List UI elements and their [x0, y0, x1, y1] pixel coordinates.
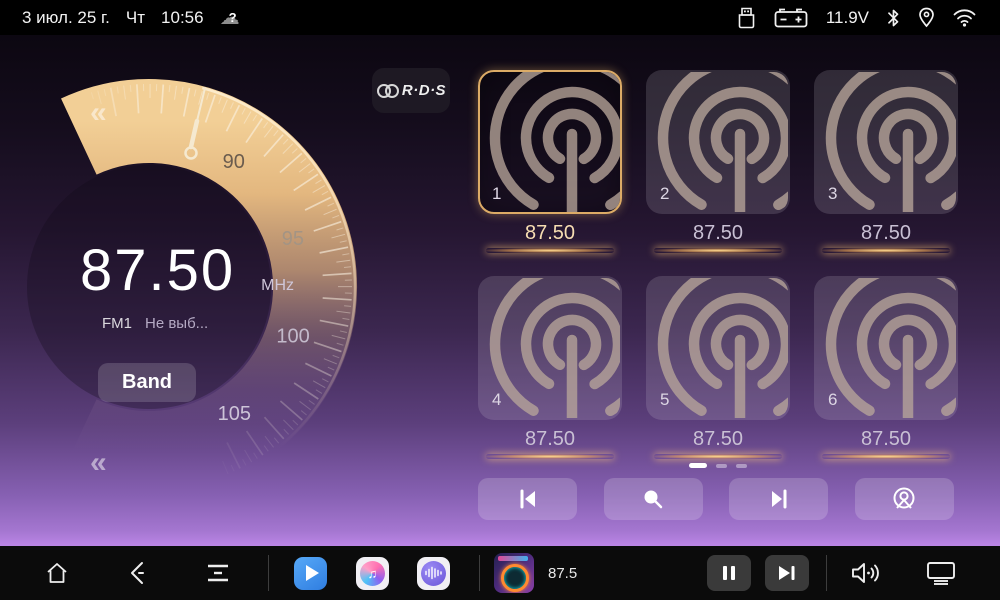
display-off-button[interactable] [926, 560, 956, 586]
presets-grid: 1 87.50 2 87.50 [478, 70, 958, 482]
scan-button[interactable] [604, 478, 703, 520]
preset-cell: 5 87.50 [646, 276, 790, 454]
volume-icon [850, 560, 880, 586]
nav-divider [479, 555, 480, 591]
preset-frequency: 87.50 [478, 222, 622, 248]
home-icon [44, 560, 70, 586]
selected-glow [654, 454, 782, 459]
dial-label: 105 [218, 403, 251, 425]
wifi-icon [953, 9, 976, 27]
selected-glow [486, 454, 614, 459]
weather-widget[interactable]: ☁ ? [220, 7, 246, 29]
nav-divider [826, 555, 827, 591]
preset-frequency: 87.50 [814, 428, 958, 454]
display-icon [926, 560, 956, 586]
preset-tile[interactable]: 1 [478, 70, 622, 214]
selected-glow [822, 454, 950, 459]
preset-cell: 1 87.50 [478, 70, 622, 248]
play-icon [306, 565, 319, 581]
preset-cell: 6 87.50 [814, 276, 958, 454]
back-icon [127, 560, 149, 586]
status-date: 3 июл. 25 г. [22, 8, 110, 28]
skip-back-icon [516, 488, 540, 510]
location-icon [918, 7, 935, 28]
preset-actions [478, 478, 954, 520]
preset-number: 3 [828, 184, 837, 204]
page-dot[interactable] [736, 464, 747, 468]
now-playing-art[interactable] [494, 553, 534, 593]
status-bar: 3 июл. 25 г. Чт 10:56 ☁ ? [0, 0, 1000, 35]
preset-frequency: 87.50 [478, 428, 622, 454]
page-indicator [478, 463, 958, 468]
battery-icon [774, 7, 808, 29]
dial-chevron-top-icon[interactable]: « [90, 96, 107, 129]
station-name: Не выб... [145, 315, 208, 332]
seek-up-button[interactable] [729, 478, 828, 520]
next-icon [778, 565, 796, 581]
frequency-unit: MHz [261, 277, 294, 294]
preset-number: 6 [828, 390, 837, 410]
dial-label: 100 [276, 325, 309, 347]
dial-label: 90 [223, 151, 245, 173]
music-note-icon: ♫ [360, 561, 385, 586]
status-time: 10:56 [161, 8, 204, 28]
dial-chevron-bottom-icon[interactable]: « [90, 446, 107, 479]
next-track-button[interactable] [765, 555, 809, 591]
frequency-value: 87.50 [80, 238, 235, 303]
menu-button[interactable] [206, 562, 230, 584]
selected-glow [822, 248, 950, 253]
now-playing-frequency: 87.5 [548, 565, 577, 582]
bluetooth-icon [887, 8, 900, 28]
menu-icon [206, 562, 230, 584]
preset-number: 2 [660, 184, 669, 204]
nav-divider [268, 555, 269, 591]
rds-label: R·D·S [402, 82, 446, 99]
music-app-button[interactable]: ♫ [356, 557, 389, 590]
rds-circles-icon [376, 82, 400, 100]
weather-unknown-label: ? [229, 10, 237, 25]
status-weekday: Чт [126, 8, 145, 28]
preset-tile[interactable]: 3 [814, 70, 958, 214]
page-dot[interactable] [689, 463, 707, 468]
preset-frequency: 87.50 [646, 428, 790, 454]
head-unit-screen: 3 июл. 25 г. Чт 10:56 ☁ ? [0, 0, 1000, 600]
band-button[interactable]: Band [98, 363, 196, 402]
preset-tile[interactable]: 4 [478, 276, 622, 420]
back-button[interactable] [127, 560, 149, 586]
voltage-label: 11.9V [826, 8, 869, 28]
preset-frequency: 87.50 [814, 222, 958, 248]
pause-icon [722, 565, 736, 581]
preset-number: 5 [660, 390, 669, 410]
pause-button[interactable] [707, 555, 751, 591]
page-dot[interactable] [716, 464, 727, 468]
preset-tile[interactable]: 5 [646, 276, 790, 420]
preset-cell: 2 87.50 [646, 70, 790, 248]
selected-glow [486, 248, 614, 253]
radio-app: 9095100105 « « 87.50MHz FM1Не выб... Ban… [0, 35, 1000, 546]
preset-number: 4 [492, 390, 501, 410]
nav-bar: ♫ 87.5 [0, 546, 1000, 600]
broadcast-scan-icon [891, 486, 917, 512]
home-button[interactable] [44, 560, 70, 586]
volume-button[interactable] [850, 560, 880, 586]
rds-badge: R·D·S [372, 68, 450, 113]
preset-scan-button[interactable] [855, 478, 954, 520]
preset-frequency: 87.50 [646, 222, 790, 248]
selected-glow [654, 248, 782, 253]
frequency-readout: 87.50 MHz [80, 237, 294, 304]
preset-tile[interactable]: 2 [646, 70, 790, 214]
player-app-button[interactable] [294, 557, 327, 590]
band-label: FM1 [102, 315, 132, 332]
search-icon [641, 487, 665, 511]
waveform-icon [424, 565, 443, 581]
usb-icon [737, 7, 756, 29]
skip-forward-icon [767, 488, 791, 510]
preset-cell: 4 87.50 [478, 276, 622, 454]
preset-number: 1 [492, 184, 501, 204]
preset-cell: 3 87.50 [814, 70, 958, 248]
voice-assistant-button[interactable] [417, 557, 450, 590]
band-info: FM1 Не выб... [102, 315, 208, 332]
seek-down-button[interactable] [478, 478, 577, 520]
preset-tile[interactable]: 6 [814, 276, 958, 420]
